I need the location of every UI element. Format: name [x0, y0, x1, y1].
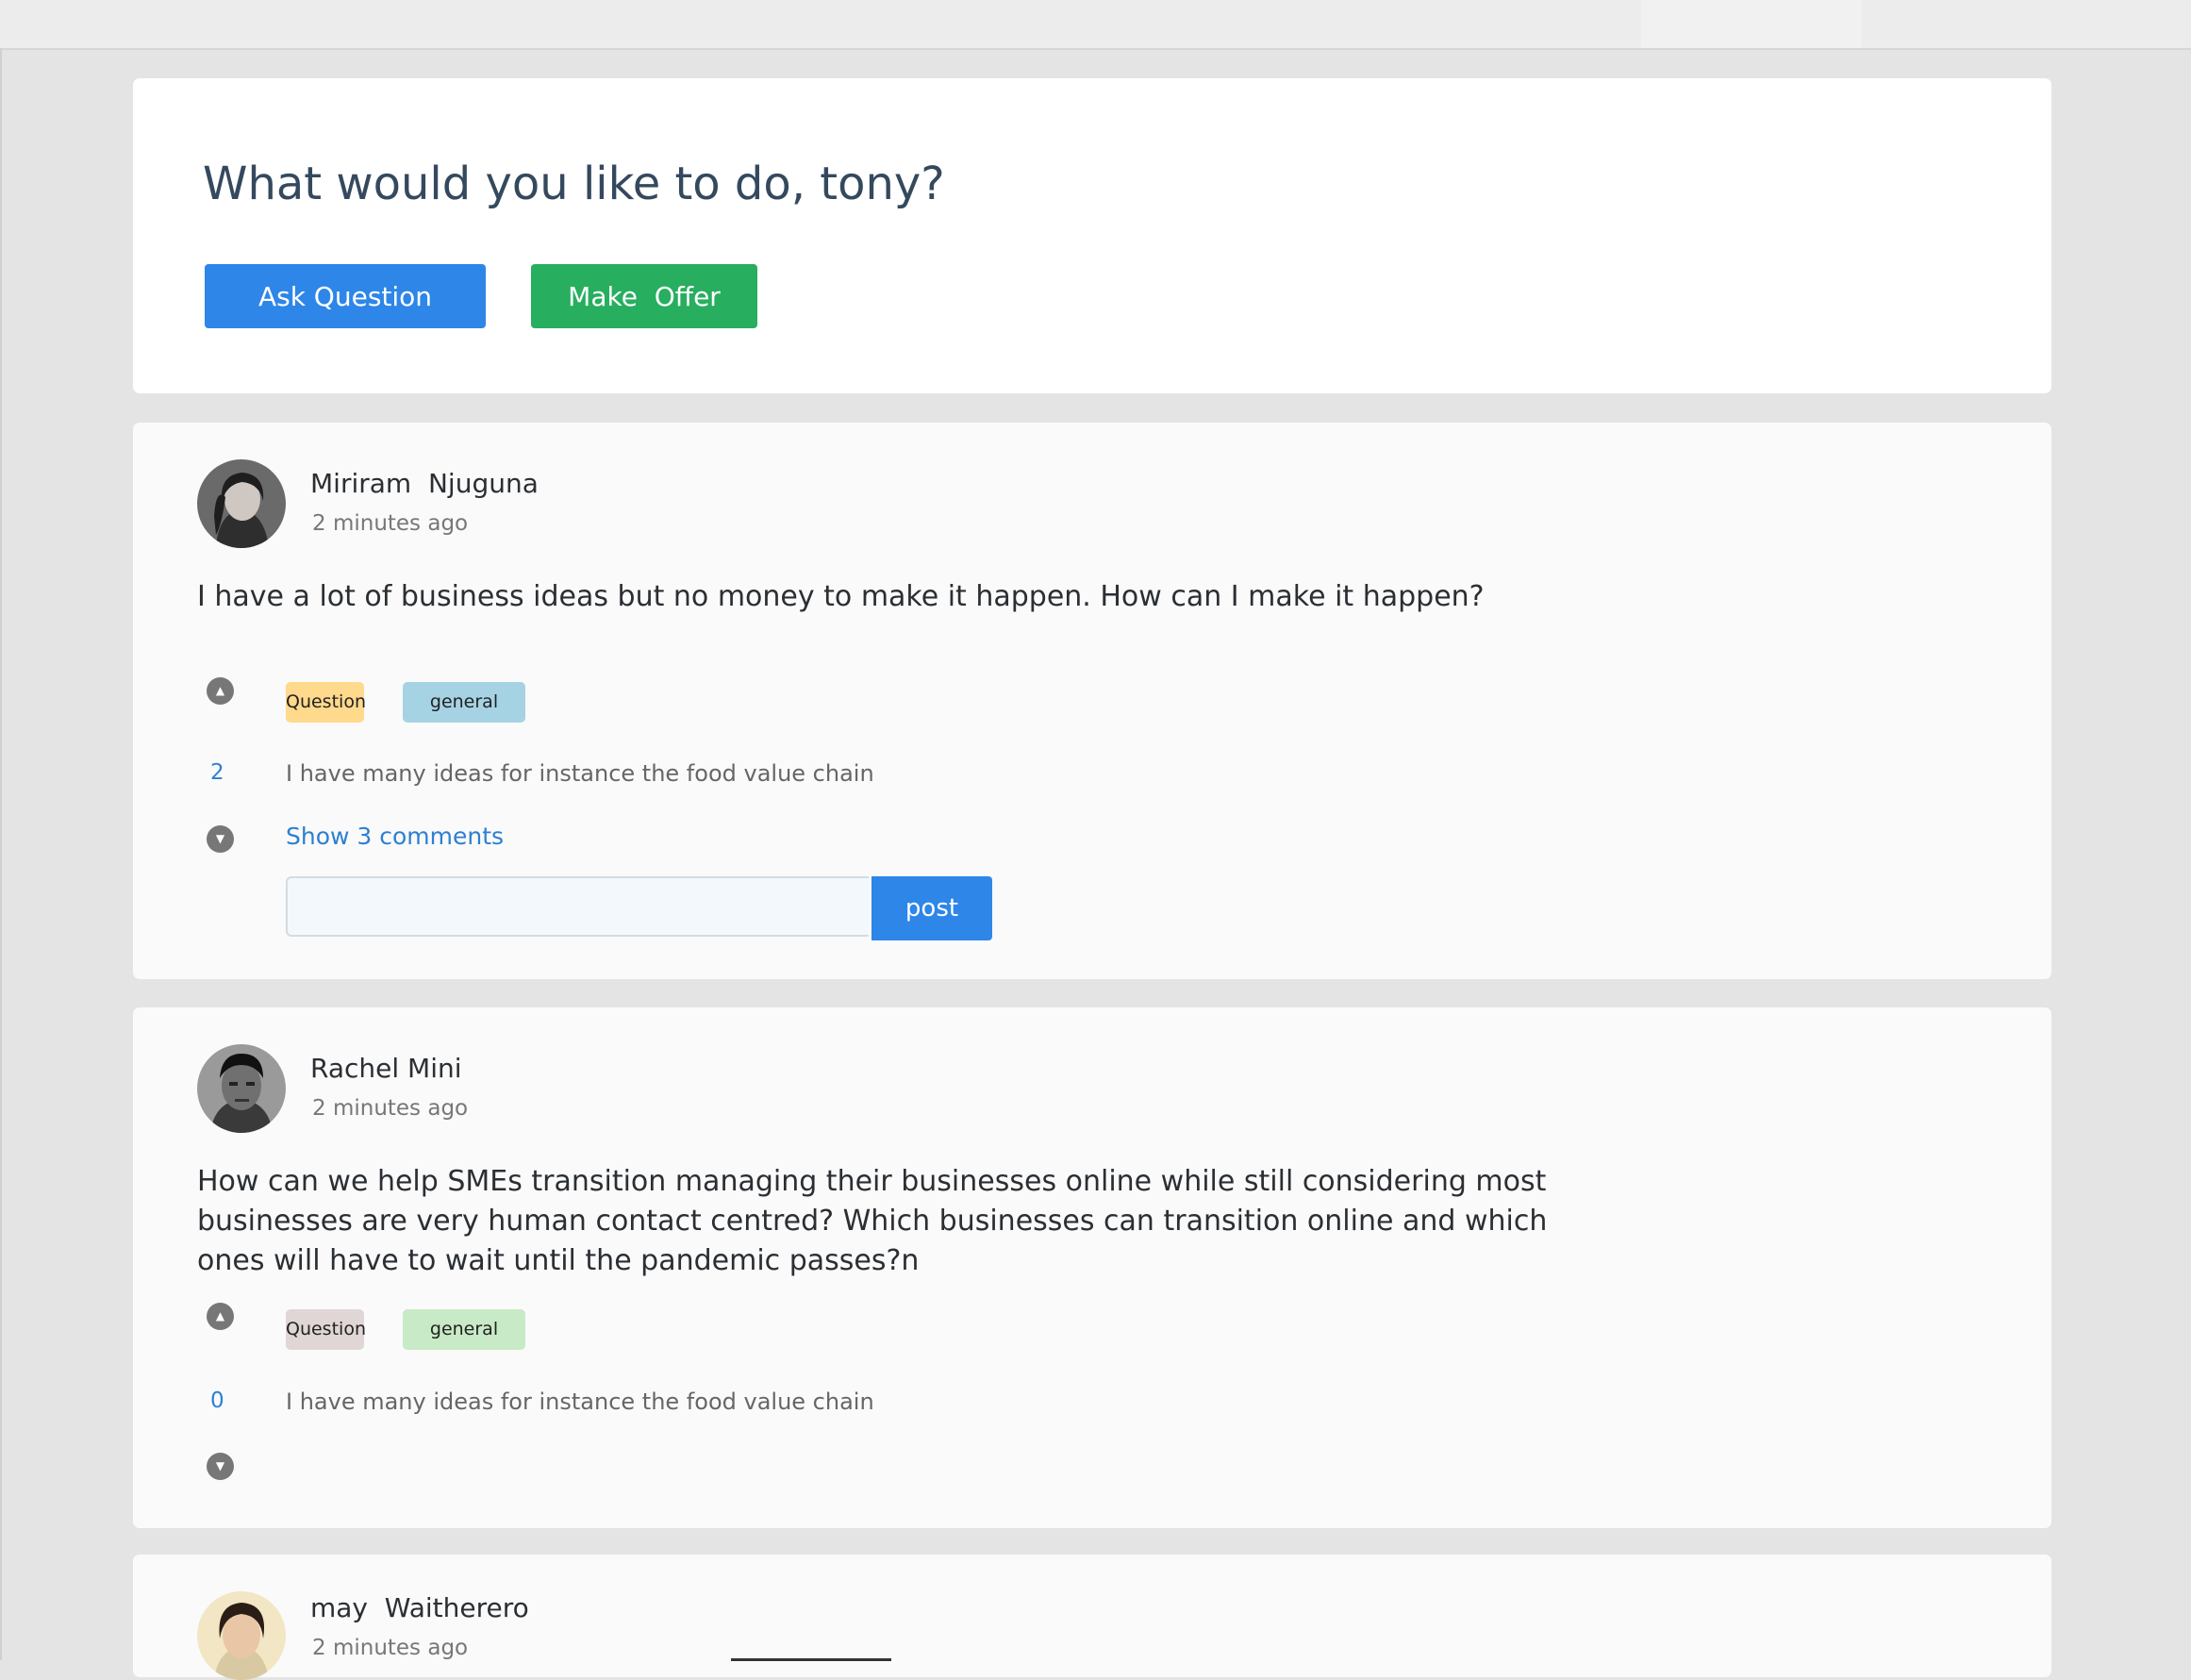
post-text: I have a lot of business ideas but no mo…	[197, 580, 1485, 613]
upvote-icon[interactable]: ▲	[207, 677, 234, 705]
answer-text: I have many ideas for instance the food …	[286, 1389, 874, 1415]
ask-question-button[interactable]: Ask Question	[205, 264, 486, 328]
welcome-title: What would you like to do, tony?	[203, 158, 945, 210]
top-bar-tab[interactable]	[1641, 0, 1862, 48]
downvote-icon[interactable]: ▼	[207, 1453, 234, 1480]
vote-count: 0	[210, 1389, 224, 1413]
post-timestamp: 2 minutes ago	[312, 1096, 469, 1121]
post-timestamp: 2 minutes ago	[312, 1636, 469, 1660]
tag-general[interactable]: general	[403, 1309, 525, 1350]
downvote-icon[interactable]: ▼	[207, 825, 234, 853]
post-card: may Waitherero 2 minutes ago	[133, 1555, 2051, 1680]
top-bar	[0, 0, 2191, 50]
answer-text: I have many ideas for instance the food …	[286, 760, 874, 787]
vote-count: 2	[210, 760, 224, 785]
author-name[interactable]: Miriram Njuguna	[310, 468, 539, 499]
post-comment-button[interactable]: post	[871, 876, 992, 940]
author-name[interactable]: Rachel Mini	[310, 1053, 462, 1084]
post-text: How can we help SMEs transition managing…	[197, 1165, 1548, 1277]
tag-general[interactable]: general	[403, 682, 525, 723]
welcome-card: What would you like to do, tony? Ask Que…	[133, 78, 2051, 393]
upvote-icon[interactable]: ▲	[207, 1303, 234, 1330]
comment-input[interactable]	[286, 876, 869, 937]
post-card: Miriram Njuguna 2 minutes ago I have a l…	[133, 423, 2051, 979]
post-timestamp: 2 minutes ago	[312, 511, 469, 536]
author-name[interactable]: may Waitherero	[310, 1592, 529, 1623]
avatar[interactable]	[197, 1591, 286, 1680]
make-offer-button[interactable]: Make Offer	[531, 264, 757, 328]
avatar[interactable]	[197, 459, 286, 548]
tag-question[interactable]: Question	[286, 1309, 366, 1350]
avatar[interactable]	[197, 1044, 286, 1133]
show-comments-link[interactable]: Show 3 comments	[286, 823, 504, 850]
left-border	[0, 48, 2, 1660]
tag-question[interactable]: Question	[286, 682, 366, 723]
post-card: Rachel Mini 2 minutes ago How can we hel…	[133, 1007, 2051, 1528]
